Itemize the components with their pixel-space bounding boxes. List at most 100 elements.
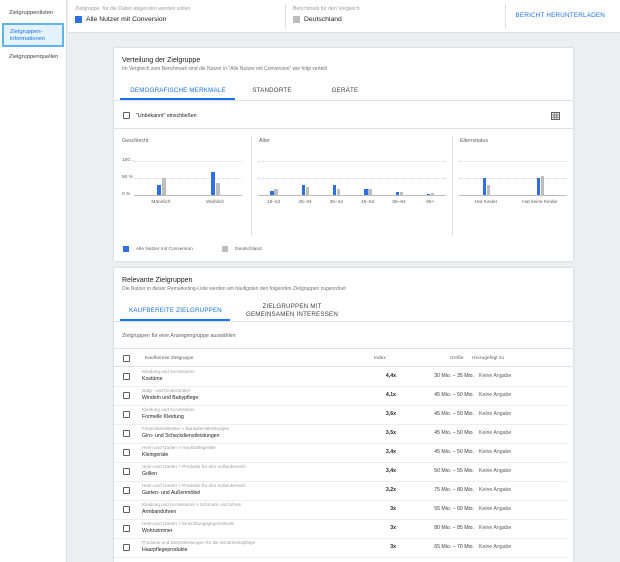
header-size[interactable]: Größe: [450, 356, 464, 361]
age-bar-benchmark[interactable]: [368, 189, 372, 195]
x-tick-label: 25–34: [298, 200, 312, 205]
row-checkbox[interactable]: [123, 392, 130, 399]
tab-affinity[interactable]: ZIELGRUPPEN MIT GEMEINSAMEN INTERESSEN: [242, 303, 342, 319]
audience-index: 3,5x: [385, 430, 396, 436]
audience-size: 55 Mio. – 60 Mio.: [434, 506, 474, 512]
divider: [285, 4, 286, 29]
gender-chart-title: Geschlecht: [122, 138, 149, 144]
row-checkbox[interactable]: [123, 449, 130, 456]
gender-bar-benchmark[interactable]: [215, 183, 220, 195]
target-audience-select[interactable]: Alle Nutzer mit Conversion: [86, 16, 166, 23]
audience-added-to: Keine Angabe: [479, 468, 512, 474]
age-chart-title: Alter: [259, 138, 270, 144]
age-bar-benchmark[interactable]: [336, 188, 341, 195]
sidebar-item-audience-insights[interactable]: Zielgruppen- informationen: [2, 23, 64, 47]
audience-size: 45 Mio. – 50 Mio.: [434, 392, 474, 398]
target-color-swatch: [75, 16, 82, 23]
age-bar-primary[interactable]: [332, 185, 337, 195]
age-bar-benchmark[interactable]: [430, 192, 435, 195]
table-row[interactable]: Heim und Garten > Produkte für den Außen…: [114, 482, 567, 501]
gridline: [258, 178, 446, 179]
audience-size: 30 Mio. – 35 Mio.: [434, 373, 474, 379]
audience-name: Formelle Kleidung: [142, 414, 184, 420]
tab-locations[interactable]: STANDORTE: [242, 87, 302, 94]
parental-bar-benchmark[interactable]: [540, 175, 545, 195]
audience-name: Grillen: [142, 471, 157, 477]
table-row[interactable]: Kleidung und Accessoires Formelle Kleidun…: [114, 406, 567, 425]
table-row[interactable]: Produkte und Dienstleistungen für die Sc…: [114, 539, 567, 558]
audience-index: 3x: [390, 506, 396, 512]
relevant-subtitle: Die Nutzer in dieser Remarketing-Liste w…: [122, 286, 346, 292]
audience-added-to: Keine Angabe: [479, 449, 512, 455]
select-all-checkbox[interactable]: [123, 355, 130, 362]
age-bar-primary[interactable]: [395, 191, 399, 195]
age-bar-primary[interactable]: [364, 188, 368, 195]
row-checkbox[interactable]: [123, 411, 130, 418]
age-bar-benchmark[interactable]: [399, 191, 404, 195]
audience-index: 3x: [390, 544, 396, 550]
y-tick-label: 50 %: [122, 175, 133, 180]
benchmark-color-swatch: [293, 16, 300, 23]
table-row[interactable]: Heim und Garten > Einrichtungsgegenständ…: [114, 520, 567, 539]
table-row[interactable]: Heim und Garten > Haushaltsgeräte Kleinge…: [114, 444, 567, 463]
table-row[interactable]: Baby- und Kinderartikel Windeln und Babyp…: [114, 387, 567, 406]
row-checkbox[interactable]: [123, 525, 130, 532]
row-checkbox[interactable]: [123, 373, 130, 380]
audience-name: Wohnzimmer: [142, 528, 173, 534]
distribution-card: Verteilung der Zielgruppe Im Vergleich z…: [114, 48, 573, 261]
parental-bar-primary[interactable]: [536, 178, 540, 195]
parental-bar-primary[interactable]: [482, 177, 486, 195]
header-index[interactable]: Index: [374, 356, 386, 361]
download-report-button[interactable]: BERICHT HERUNTERLADEN: [516, 12, 605, 19]
row-checkbox[interactable]: [123, 544, 130, 551]
audience-category: Finanzdienstleister > Bankdienstleistung…: [142, 426, 230, 431]
gender-bar-primary[interactable]: [211, 171, 215, 195]
legend-swatch-primary: [123, 246, 129, 252]
tab-demographics[interactable]: DEMOGRAFISCHE MERKMALE: [122, 87, 234, 94]
benchmark-select[interactable]: Deutschland: [304, 16, 342, 23]
age-bar-primary[interactable]: [426, 193, 431, 195]
audience-added-to: Keine Angabe: [479, 525, 512, 531]
table-grid-icon[interactable]: [551, 112, 560, 120]
table-row[interactable]: Heim und Garten > Produkte für den Außen…: [114, 463, 567, 482]
table-row[interactable]: Kleidung und Accessoires > Schmuck und U…: [114, 501, 567, 520]
divider: [114, 348, 573, 349]
audience-added-to: Keine Angabe: [479, 411, 512, 417]
legend-label-benchmark: Deutschland: [235, 247, 262, 252]
sidebar-item-audience-sources[interactable]: Zielgruppenquellen: [0, 54, 67, 61]
audience-name: Kleingeräte: [142, 452, 169, 458]
audience-added-to: Keine Angabe: [479, 430, 512, 436]
tab-in-market[interactable]: KAUFBEREITE ZIELGRUPPEN: [122, 307, 229, 314]
row-checkbox[interactable]: [123, 506, 130, 513]
age-bar-primary[interactable]: [270, 190, 274, 195]
include-unknown-checkbox[interactable]: [123, 112, 130, 119]
row-checkbox[interactable]: [123, 487, 130, 494]
audience-name: Haarpflegeprodukte: [142, 547, 188, 553]
table-row[interactable]: Finanzdienstleister > Bankdienstleistung…: [114, 425, 567, 444]
table-row[interactable]: Kleidung und Accessoires Kostüme 4,4x 30 Mi…: [114, 368, 567, 387]
sidebar-item-audience-lists[interactable]: Zielgruppenlisten: [0, 10, 67, 17]
age-bar-primary[interactable]: [301, 185, 305, 195]
x-tick-label: 18–24: [266, 200, 281, 205]
tab-devices[interactable]: GERÄTE: [314, 87, 376, 94]
gender-bar-primary[interactable]: [157, 185, 161, 195]
age-bar-benchmark[interactable]: [305, 186, 310, 195]
audience-name: Armbanduhren: [142, 509, 177, 515]
age-bar-benchmark[interactable]: [274, 188, 278, 195]
parental-status-chart: Elternstatus Hat Kinder Hat keine Kinder: [453, 129, 573, 239]
x-tick-label: 45–54: [360, 200, 375, 205]
tab-affinity-label: ZIELGRUPPEN MIT: [262, 303, 322, 310]
sidebar: Zielgruppenlisten Zielgruppen- informati…: [0, 0, 67, 562]
audience-index: 3,4x: [385, 468, 396, 474]
audience-category: Heim und Garten > Produkte für den Außen…: [142, 483, 246, 488]
age-chart: Alter 18–24 25–34 35–44 45–54 55–64 65+: [252, 129, 452, 239]
y-tick-label: 100…: [122, 158, 135, 163]
relevant-audiences-card: Relevante Zielgruppen Die Nutzer in dies…: [114, 268, 573, 562]
gridline: [459, 178, 567, 179]
y-tick-label: 0 %: [122, 192, 131, 197]
row-checkbox[interactable]: [123, 468, 130, 475]
row-checkbox[interactable]: [123, 430, 130, 437]
parental-bar-benchmark[interactable]: [486, 185, 491, 195]
gender-bar-benchmark[interactable]: [161, 178, 166, 195]
row-divider: [114, 557, 567, 558]
